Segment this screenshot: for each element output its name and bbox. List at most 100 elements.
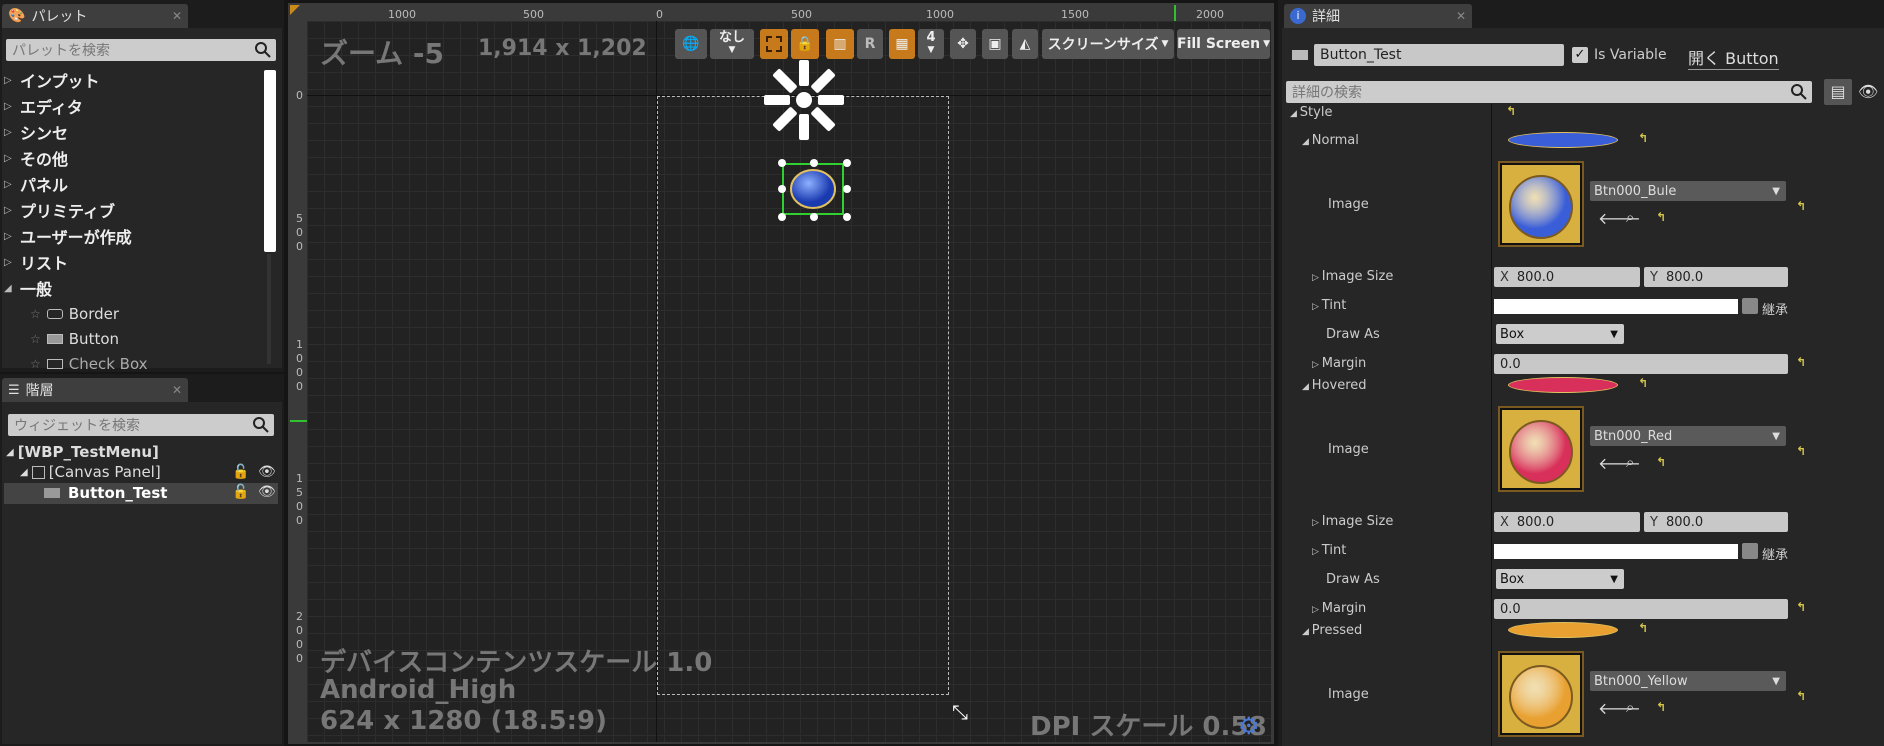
star-icon[interactable]: ☆ [30,307,41,321]
grid-size-dropdown[interactable]: 4 ▼ [918,29,944,59]
star-icon[interactable]: ☆ [30,357,41,371]
anchor-flower-icon[interactable] [762,60,846,144]
resize-handle[interactable] [843,159,851,167]
reset-arrow-icon[interactable]: ↰ [1656,210,1666,224]
reset-arrow-icon[interactable]: ↰ [1796,199,1806,213]
close-icon[interactable]: ✕ [1456,9,1466,23]
tree-button-test[interactable]: Button_Test [44,484,167,502]
image-asset-dropdown[interactable]: Btn000_Yellow ▼ [1590,671,1786,691]
palette-category[interactable]: ▷ プリミティブ [4,198,115,222]
palette-category[interactable]: ▷ インプット [4,68,100,92]
resize-handle[interactable] [810,213,818,221]
browse-magnifier-icon[interactable]: ⌕ [1626,453,1634,471]
image-asset-dropdown[interactable]: Btn000_Bule ▼ [1590,181,1786,201]
eye-icon[interactable]: 👁 [1858,82,1878,101]
state-hovered-header[interactable]: ◢ Hovered [1302,378,1367,393]
preview-none-dropdown[interactable]: なし ▼ [710,29,754,59]
tree-root[interactable]: ◢ [WBP_TestMenu] [6,443,159,461]
resize-handle[interactable] [778,159,786,167]
reset-arrow-icon[interactable]: ↰ [1638,131,1648,145]
margin-label[interactable]: ▷ Margin [1312,601,1366,616]
image-size-label[interactable]: ▷ Image Size [1312,269,1393,284]
is-variable-checkbox[interactable]: ✓ [1572,47,1588,63]
margin-label[interactable]: ▷ Margin [1312,356,1366,371]
tab-hierarchy[interactable]: ☰ 階層 ✕ [2,378,188,402]
selected-button-widget[interactable] [782,163,844,215]
size-x-input[interactable]: X 800.0 [1494,267,1640,287]
resize-handle[interactable] [843,185,851,193]
palette-category[interactable]: ▷ ユーザーが作成 [4,224,132,248]
tint-label[interactable]: ▷ Tint [1312,298,1346,313]
resize-handle[interactable] [843,213,851,221]
reset-arrow-icon[interactable]: ↰ [1506,104,1516,118]
dpi-settings-gear-icon[interactable]: ⚙ [1238,712,1260,740]
screen-size-dropdown[interactable]: スクリーンサイズ ▼ [1042,29,1174,59]
outline-toggle-button[interactable] [760,29,788,59]
reset-arrow-icon[interactable]: ↰ [1656,700,1666,714]
open-button-link[interactable]: 開く Button [1688,45,1779,70]
back-arrow-icon[interactable]: 🡐 [1598,208,1641,228]
palette-category[interactable]: ▷ シンセ [4,120,68,144]
tab-details[interactable]: i 詳細 ✕ [1284,4,1472,28]
layout-toggle-button[interactable]: ▥ [826,29,854,59]
tab-palette[interactable]: 🎨 パレット ✕ [2,4,188,28]
star-icon[interactable]: ☆ [30,332,41,346]
image-thumbnail[interactable] [1498,651,1584,737]
reset-arrow-icon[interactable]: ↰ [1796,444,1806,458]
eye-icon[interactable]: 👁 [258,464,276,480]
browse-magnifier-icon[interactable]: ⌕ [1626,698,1634,716]
tint-color-swatch[interactable] [1494,299,1738,314]
palette-search-input[interactable]: パレットを検索 [6,39,276,61]
palette-item[interactable]: ☆ Border [30,305,119,323]
margin-input[interactable]: 0.0 [1494,354,1788,374]
palette-category[interactable]: ◢ 一般 [4,276,52,300]
size-x-input[interactable]: X 800.0 [1494,512,1640,532]
palette-category[interactable]: ▷ パネル [4,172,68,196]
property-matrix-button[interactable]: ▤ [1824,79,1852,105]
palette-item[interactable]: ☆ Button [30,330,119,348]
resize-handle-icon[interactable]: ⤡ [952,700,968,724]
widget-name-input[interactable]: Button_Test [1314,44,1564,66]
tint-color-swatch[interactable] [1494,544,1738,559]
palette-category[interactable]: ▷ エディタ [4,94,83,118]
reset-arrow-icon[interactable]: ↰ [1638,621,1648,635]
reset-arrow-icon[interactable]: ↰ [1638,376,1648,390]
image-asset-dropdown[interactable]: Btn000_Red ▼ [1590,426,1786,446]
reset-arrow-icon[interactable]: ↰ [1796,355,1806,369]
state-normal-header[interactable]: ◢ Normal [1302,133,1359,148]
fill-screen-dropdown[interactable]: Fill Screen ▼ [1177,29,1270,59]
lock-icon[interactable]: 🔓 [232,484,249,500]
hierarchy-search-input[interactable]: ウィジェットを検索 [8,414,274,436]
resize-handle[interactable] [778,213,786,221]
resize-handle[interactable] [810,159,818,167]
margin-input[interactable]: 0.0 [1494,599,1788,619]
scale-transform-button[interactable]: ✥ [950,29,976,59]
lock-toggle-button[interactable]: 🔒 [791,29,819,59]
respect-locks-button[interactable]: R [857,29,883,59]
reset-arrow-icon[interactable]: ↰ [1796,600,1806,614]
palette-item[interactable]: ☆ Check Box [30,355,148,373]
tint-label[interactable]: ▷ Tint [1312,543,1346,558]
lock-icon[interactable]: 🔓 [232,464,249,480]
grid-snap-button[interactable]: ▦ [889,29,915,59]
state-pressed-header[interactable]: ◢ Pressed [1302,623,1362,638]
size-y-input[interactable]: Y 800.0 [1644,512,1788,532]
draw-as-dropdown[interactable]: Box ▼ [1496,324,1624,344]
eye-icon[interactable]: 👁 [258,484,276,500]
close-icon[interactable]: ✕ [172,9,182,23]
size-y-input[interactable]: Y 800.0 [1644,267,1788,287]
image-thumbnail[interactable] [1498,161,1584,247]
palette-category[interactable]: ▷ その他 [4,146,68,170]
inherit-checkbox[interactable] [1742,298,1758,314]
browse-magnifier-icon[interactable]: ⌕ [1626,208,1634,226]
image-size-label[interactable]: ▷ Image Size [1312,514,1393,529]
flip-mirror-button[interactable]: ◭ [1012,29,1038,59]
back-arrow-icon[interactable]: 🡐 [1598,698,1641,718]
reset-arrow-icon[interactable]: ↰ [1656,455,1666,469]
back-arrow-icon[interactable]: 🡐 [1598,453,1641,473]
draw-as-dropdown[interactable]: Box ▼ [1496,569,1624,589]
close-icon[interactable]: ✕ [172,383,182,397]
palette-scrollbar[interactable] [264,70,276,252]
reset-arrow-icon[interactable]: ↰ [1796,689,1806,703]
tree-canvas-panel[interactable]: ◢ [Canvas Panel] [20,463,161,481]
